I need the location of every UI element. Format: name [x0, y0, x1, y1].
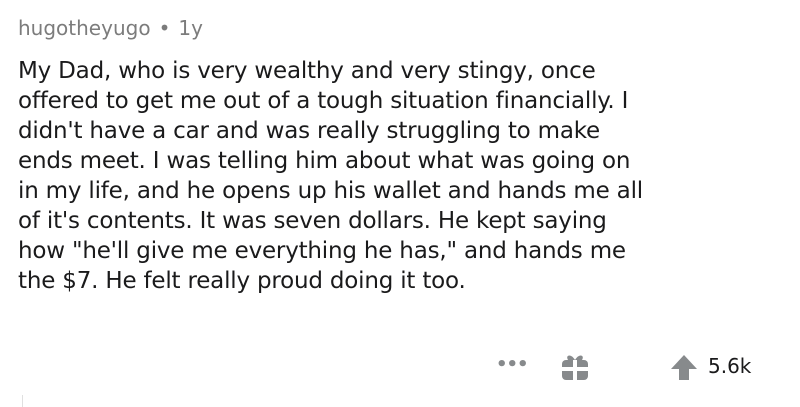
more-options-button[interactable]: •••: [496, 352, 529, 382]
comment-line: the $7. He felt really proud doing it to…: [18, 268, 466, 294]
comment-age[interactable]: 1y: [178, 16, 203, 40]
vote-score: 5.6k: [708, 354, 752, 378]
meta-separator: •: [158, 16, 171, 40]
comment-line: My Dad, who is very wealthy and very sti…: [18, 58, 596, 84]
comment-actions: ••• 5.6k: [18, 350, 788, 386]
upvote-button[interactable]: [668, 352, 700, 382]
comment-line: didn't have a car and was really struggl…: [18, 118, 601, 144]
comment-body: My Dad, who is very wealthy and very sti…: [18, 56, 788, 296]
comment-line: ends meet. I was telling him about what …: [18, 148, 631, 174]
author-name[interactable]: hugotheyugo: [18, 16, 151, 40]
comment-line: offered to get me out of a tough situati…: [18, 88, 629, 114]
comment-meta: hugotheyugo • 1y: [18, 16, 203, 40]
upvote-arrow-icon: [671, 355, 697, 380]
comment-line: of it's contents. It was seven dollars. …: [18, 208, 607, 234]
give-award-button[interactable]: [558, 350, 592, 384]
comment-line: in my life, and he opens up his wallet a…: [18, 178, 643, 204]
comment: hugotheyugo • 1y My Dad, who is very wea…: [18, 0, 788, 407]
comment-line: how "he'll give me everything he has," a…: [18, 238, 626, 264]
gift-icon: [562, 355, 588, 380]
thread-line[interactable]: [22, 395, 23, 407]
